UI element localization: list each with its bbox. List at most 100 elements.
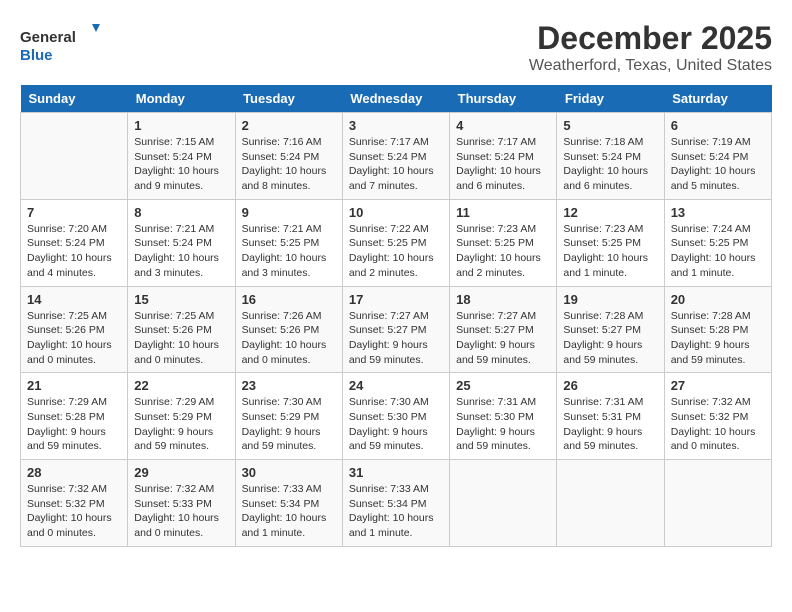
calendar-cell: 5Sunrise: 7:18 AMSunset: 5:24 PMDaylight… (557, 113, 664, 200)
calendar-cell: 31Sunrise: 7:33 AMSunset: 5:34 PMDayligh… (342, 460, 449, 547)
week-row-2: 7Sunrise: 7:20 AMSunset: 5:24 PMDaylight… (21, 199, 772, 286)
day-number: 1 (134, 118, 228, 133)
day-number: 7 (27, 205, 121, 220)
day-info: Sunrise: 7:15 AMSunset: 5:24 PMDaylight:… (134, 135, 228, 194)
day-number: 13 (671, 205, 765, 220)
day-info: Sunrise: 7:33 AMSunset: 5:34 PMDaylight:… (349, 482, 443, 541)
calendar-cell (664, 460, 771, 547)
day-info: Sunrise: 7:31 AMSunset: 5:31 PMDaylight:… (563, 395, 657, 454)
logo: General Blue (20, 20, 100, 70)
calendar-cell: 18Sunrise: 7:27 AMSunset: 5:27 PMDayligh… (450, 286, 557, 373)
calendar-cell (450, 460, 557, 547)
day-number: 9 (242, 205, 336, 220)
weekday-header-monday: Monday (128, 85, 235, 113)
day-info: Sunrise: 7:21 AMSunset: 5:25 PMDaylight:… (242, 222, 336, 281)
day-info: Sunrise: 7:25 AMSunset: 5:26 PMDaylight:… (27, 309, 121, 368)
day-number: 11 (456, 205, 550, 220)
day-info: Sunrise: 7:31 AMSunset: 5:30 PMDaylight:… (456, 395, 550, 454)
calendar-cell: 20 Sunrise: 7:28 AMSunset: 5:28 PMDayligh… (664, 286, 771, 373)
calendar-table: SundayMondayTuesdayWednesdayThursdayFrid… (20, 85, 772, 547)
calendar-cell: 29 Sunrise: 7:32 AMSunset: 5:33 PMDayligh… (128, 460, 235, 547)
day-info: Sunrise: 7:28 AMSunset: 5:28 PMDaylight:… (671, 309, 765, 368)
day-number: 4 (456, 118, 550, 133)
calendar-cell: 3 Sunrise: 7:17 AMSunset: 5:24 PMDaylight… (342, 113, 449, 200)
calendar-cell (21, 113, 128, 200)
day-number: 14 (27, 292, 121, 307)
page-subtitle: Weatherford, Texas, United States (529, 57, 772, 75)
svg-text:Blue: Blue (20, 47, 53, 64)
day-info: Sunrise: 7:23 AMSunset: 5:25 PMDaylight:… (456, 222, 550, 281)
calendar-cell: 16 Sunrise: 7:26 AMSunset: 5:26 PMDayligh… (235, 286, 342, 373)
day-number: 22 (134, 378, 228, 393)
day-info: Sunrise: 7:28 AMSunset: 5:27 PMDaylight:… (563, 309, 657, 368)
day-number: 26 (563, 378, 657, 393)
day-number: 21 (27, 378, 121, 393)
day-info: Sunrise: 7:27 AMSunset: 5:27 PMDaylight:… (349, 309, 443, 368)
day-number: 25 (456, 378, 550, 393)
day-info: Sunrise: 7:23 AMSunset: 5:25 PMDaylight:… (563, 222, 657, 281)
calendar-cell: 11 Sunrise: 7:23 AMSunset: 5:25 PMDayligh… (450, 199, 557, 286)
day-number: 28 (27, 465, 121, 480)
day-info: Sunrise: 7:25 AMSunset: 5:26 PMDaylight:… (134, 309, 228, 368)
day-info: Sunrise: 7:32 AMSunset: 5:33 PMDaylight:… (134, 482, 228, 541)
calendar-cell (557, 460, 664, 547)
day-number: 29 (134, 465, 228, 480)
weekday-header-sunday: Sunday (21, 85, 128, 113)
weekday-header-saturday: Saturday (664, 85, 771, 113)
day-info: Sunrise: 7:22 AMSunset: 5:25 PMDaylight:… (349, 222, 443, 281)
weekday-header-tuesday: Tuesday (235, 85, 342, 113)
calendar-cell: 27 Sunrise: 7:32 AMSunset: 5:32 PMDayligh… (664, 373, 771, 460)
page-title: December 2025 (529, 20, 772, 57)
day-info: Sunrise: 7:24 AMSunset: 5:25 PMDaylight:… (671, 222, 765, 281)
calendar-cell: 4 Sunrise: 7:17 AMSunset: 5:24 PMDaylight… (450, 113, 557, 200)
day-info: Sunrise: 7:19 AMSunset: 5:24 PMDaylight:… (671, 135, 765, 194)
week-row-3: 14 Sunrise: 7:25 AMSunset: 5:26 PMDayligh… (21, 286, 772, 373)
day-info: Sunrise: 7:30 AMSunset: 5:30 PMDaylight:… (349, 395, 443, 454)
page-header: General Blue December 2025 Weatherford, … (20, 20, 772, 75)
calendar-cell: 14 Sunrise: 7:25 AMSunset: 5:26 PMDayligh… (21, 286, 128, 373)
day-info: Sunrise: 7:29 AMSunset: 5:29 PMDaylight:… (134, 395, 228, 454)
day-number: 20 (671, 292, 765, 307)
day-number: 24 (349, 378, 443, 393)
calendar-cell: 9 Sunrise: 7:21 AMSunset: 5:25 PMDaylight… (235, 199, 342, 286)
day-number: 3 (349, 118, 443, 133)
calendar-cell: 12 Sunrise: 7:23 AMSunset: 5:25 PMDayligh… (557, 199, 664, 286)
day-number: 2 (242, 118, 336, 133)
week-row-4: 21 Sunrise: 7:29 AMSunset: 5:28 PMDayligh… (21, 373, 772, 460)
weekday-header-row: SundayMondayTuesdayWednesdayThursdayFrid… (21, 85, 772, 113)
day-number: 16 (242, 292, 336, 307)
calendar-cell: 6Sunrise: 7:19 AMSunset: 5:24 PMDaylight… (664, 113, 771, 200)
weekday-header-friday: Friday (557, 85, 664, 113)
weekday-header-wednesday: Wednesday (342, 85, 449, 113)
week-row-5: 28Sunrise: 7:32 AMSunset: 5:32 PMDayligh… (21, 460, 772, 547)
logo-svg: General Blue (20, 20, 100, 70)
day-number: 12 (563, 205, 657, 220)
day-info: Sunrise: 7:32 AMSunset: 5:32 PMDaylight:… (671, 395, 765, 454)
week-row-1: 1 Sunrise: 7:15 AMSunset: 5:24 PMDaylight… (21, 113, 772, 200)
calendar-cell: 21 Sunrise: 7:29 AMSunset: 5:28 PMDayligh… (21, 373, 128, 460)
calendar-cell: 17 Sunrise: 7:27 AMSunset: 5:27 PMDayligh… (342, 286, 449, 373)
day-number: 18 (456, 292, 550, 307)
day-number: 17 (349, 292, 443, 307)
calendar-cell: 23Sunrise: 7:30 AMSunset: 5:29 PMDayligh… (235, 373, 342, 460)
day-info: Sunrise: 7:17 AMSunset: 5:24 PMDaylight:… (456, 135, 550, 194)
weekday-header-thursday: Thursday (450, 85, 557, 113)
day-info: Sunrise: 7:29 AMSunset: 5:28 PMDaylight:… (27, 395, 121, 454)
day-number: 5 (563, 118, 657, 133)
calendar-cell: 7Sunrise: 7:20 AMSunset: 5:24 PMDaylight… (21, 199, 128, 286)
calendar-cell: 30 Sunrise: 7:33 AMSunset: 5:34 PMDayligh… (235, 460, 342, 547)
day-number: 30 (242, 465, 336, 480)
svg-text:General: General (20, 29, 76, 46)
calendar-cell: 2Sunrise: 7:16 AMSunset: 5:24 PMDaylight… (235, 113, 342, 200)
title-block: December 2025 Weatherford, Texas, United… (529, 20, 772, 75)
calendar-cell: 19Sunrise: 7:28 AMSunset: 5:27 PMDayligh… (557, 286, 664, 373)
calendar-cell: 25 Sunrise: 7:31 AMSunset: 5:30 PMDayligh… (450, 373, 557, 460)
calendar-cell: 22 Sunrise: 7:29 AMSunset: 5:29 PMDayligh… (128, 373, 235, 460)
day-number: 23 (242, 378, 336, 393)
day-info: Sunrise: 7:33 AMSunset: 5:34 PMDaylight:… (242, 482, 336, 541)
day-number: 27 (671, 378, 765, 393)
day-info: Sunrise: 7:21 AMSunset: 5:24 PMDaylight:… (134, 222, 228, 281)
day-info: Sunrise: 7:26 AMSunset: 5:26 PMDaylight:… (242, 309, 336, 368)
calendar-cell: 26 Sunrise: 7:31 AMSunset: 5:31 PMDayligh… (557, 373, 664, 460)
day-info: Sunrise: 7:17 AMSunset: 5:24 PMDaylight:… (349, 135, 443, 194)
